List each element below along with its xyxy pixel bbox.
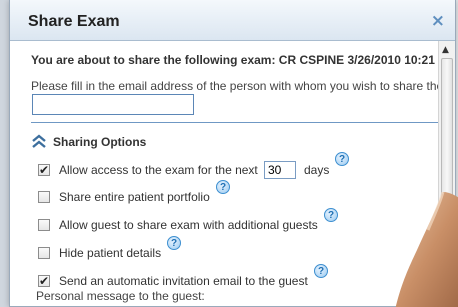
days-input[interactable] xyxy=(264,161,296,179)
help-icon[interactable]: ? xyxy=(167,236,181,250)
exam-info-text: You are about to share the following exa… xyxy=(31,53,438,67)
hand-image xyxy=(395,192,458,307)
email-field[interactable] xyxy=(32,94,194,115)
send-invitation-label: Send an automatic invitation email to th… xyxy=(59,274,308,288)
double-chevron-up-icon[interactable] xyxy=(31,133,47,149)
allow-access-label: Allow access to the exam for the next xyxy=(59,163,258,177)
share-portfolio-label: Share entire patient portfolio xyxy=(59,190,210,204)
hide-patient-details-checkbox[interactable] xyxy=(38,247,50,259)
checkmark-icon: ✔ xyxy=(39,163,50,177)
scroll-up-arrow-icon[interactable]: ▲ xyxy=(442,45,449,55)
email-prompt: Please fill in the email address of the … xyxy=(31,79,438,93)
close-icon[interactable]: × xyxy=(431,11,445,31)
dialog-title: Share Exam xyxy=(28,13,120,30)
hide-patient-details-label: Hide patient details xyxy=(59,246,162,260)
sharing-options-label: Sharing Options xyxy=(53,135,147,149)
help-icon[interactable]: ? xyxy=(314,264,328,278)
help-icon[interactable]: ? xyxy=(216,180,230,194)
allow-guest-share-checkbox[interactable] xyxy=(38,219,50,231)
dialog-titlebar: Share Exam × xyxy=(10,0,455,41)
help-icon[interactable]: ? xyxy=(335,152,349,166)
checkmark-icon: ✔ xyxy=(39,274,50,288)
share-exam-dialog: Share Exam × You are about to share the … xyxy=(9,0,456,307)
send-invitation-checkbox[interactable]: ✔ xyxy=(38,274,50,288)
allow-access-checkbox[interactable]: ✔ xyxy=(38,163,50,177)
dialog-content: You are about to share the following exa… xyxy=(10,41,438,306)
share-portfolio-checkbox[interactable] xyxy=(38,191,50,203)
allow-guest-share-label: Allow guest to share exam with additiona… xyxy=(59,218,318,232)
personal-message-label: Personal message to the guest: xyxy=(36,289,205,303)
days-label: days xyxy=(304,163,330,177)
divider xyxy=(31,122,438,123)
help-icon[interactable]: ? xyxy=(324,208,338,222)
